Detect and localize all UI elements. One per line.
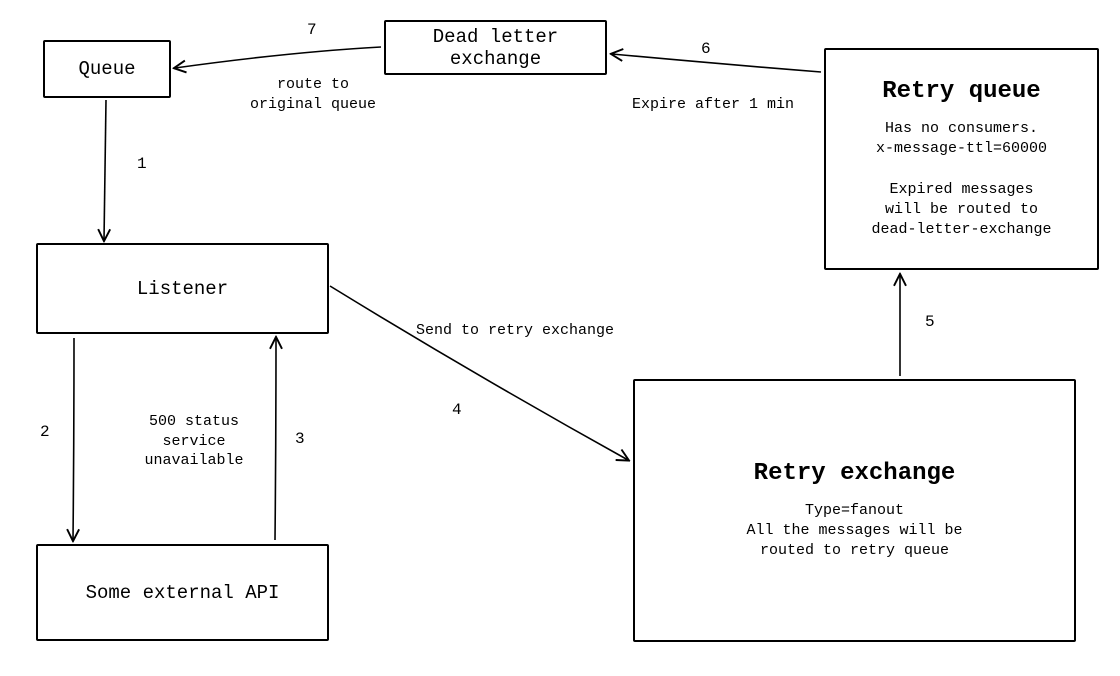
edge-step-2: 2 [40,423,50,441]
node-dlx-title: Dead letter exchange [392,26,599,70]
diagram-canvas: Queue Listener Some external API Dead le… [0,0,1120,676]
edge-label-3: 500 status service unavailable [109,412,279,471]
node-retry-exchange-title: Retry exchange [754,460,956,487]
node-queue-title: Queue [78,58,135,80]
edge-step-3: 3 [295,430,305,448]
node-queue: Queue [43,40,171,98]
edge-step-4: 4 [452,401,462,419]
node-retry-exchange-body: Type=fanout All the messages will be rou… [746,501,962,562]
edge-step-6: 6 [701,40,711,58]
edge-step-7: 7 [307,21,317,39]
arrow-listener-to-external [73,338,74,540]
node-retry-exchange: Retry exchange Type=fanout All the messa… [633,379,1076,642]
edge-label-6: Expire after 1 min [613,95,813,115]
node-dead-letter-exchange: Dead letter exchange [384,20,607,75]
node-external-api: Some external API [36,544,329,641]
edge-step-1: 1 [137,155,147,173]
node-retry-queue: Retry queue Has no consumers. x-message-… [824,48,1099,270]
node-listener: Listener [36,243,329,334]
edge-step-5: 5 [925,313,935,331]
node-retry-queue-body: Has no consumers. x-message-ttl=60000 Ex… [871,119,1051,241]
node-external-api-title: Some external API [86,582,280,604]
node-retry-queue-title: Retry queue [882,78,1040,105]
edge-label-4: Send to retry exchange [400,321,630,341]
arrow-dlx-to-queue [175,47,381,68]
node-listener-title: Listener [137,278,228,300]
arrow-listener-to-retry-exchange [330,286,628,460]
arrow-retry-queue-to-dlx [612,54,821,72]
edge-label-7: route to original queue [243,75,383,114]
arrow-queue-to-listener [104,100,106,240]
